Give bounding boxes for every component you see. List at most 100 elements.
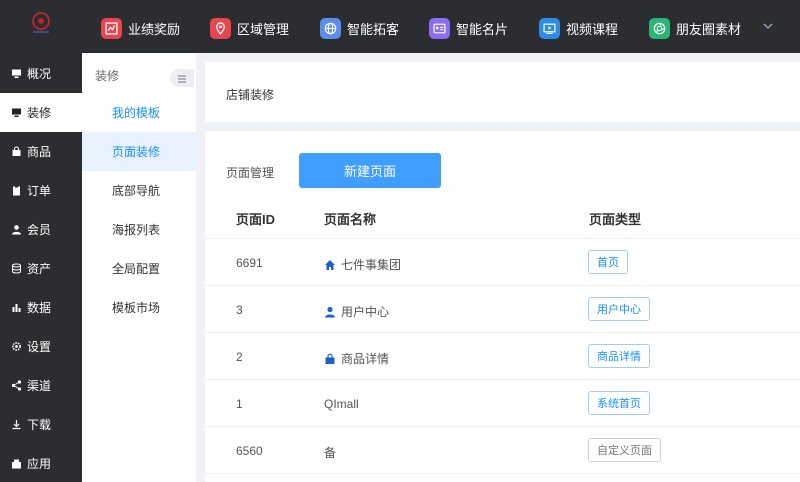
clipboard-icon [11, 185, 22, 196]
submenu-item-label: 页面装修 [112, 145, 161, 159]
topnav-label: 智能拓客 [347, 21, 400, 37]
sidebar-item-label: 资产 [27, 262, 52, 276]
table-row: 3 用户中心 用户中心 [205, 286, 800, 333]
sidebar-item-label: 下载 [27, 418, 52, 432]
user-icon [324, 306, 336, 318]
sidebar-item-label: 应用 [27, 457, 52, 471]
submenu-title: 装修 [95, 69, 120, 83]
topnav-label: 区域管理 [237, 21, 290, 37]
sidebar-item-label: 订单 [27, 184, 52, 198]
collapse-menu-button[interactable] [170, 69, 194, 87]
submenu-item-my-templates[interactable]: 我的模板 [82, 93, 196, 132]
location-icon [210, 17, 231, 39]
topnav-moments-material[interactable]: 朋友圈素材 [649, 16, 741, 40]
card-icon [429, 17, 450, 39]
table-row: 1 QImall 系统首页 [205, 380, 800, 427]
page-id: 3 [236, 303, 243, 317]
sidebar-item-data[interactable]: 数据 [0, 288, 82, 327]
page-type-tag[interactable]: 自定义页面 [588, 438, 661, 462]
bar-chart-icon [11, 302, 22, 313]
bag-icon [324, 353, 336, 365]
topnav-label: 智能名片 [456, 21, 509, 37]
topnav-region-management[interactable]: 区域管理 [210, 16, 289, 40]
page-id: 1 [236, 397, 243, 411]
bag-icon [11, 146, 22, 157]
submenu-item-label: 我的模板 [112, 106, 161, 120]
sidebar-item-label: 渠道 [27, 379, 52, 393]
submenu-item-template-market[interactable]: 模板市场 [82, 288, 196, 327]
topnav-smart-card[interactable]: 智能名片 [429, 16, 508, 40]
submenu-item-label: 模板市场 [112, 301, 161, 315]
sidebar-item-apps[interactable]: 应用 [0, 444, 82, 482]
topnav-performance-reward[interactable]: 业绩奖励 [101, 16, 180, 40]
sidebar-item-label: 设置 [27, 340, 52, 354]
column-header-id: 页面ID [236, 212, 276, 227]
sidebar-item-members[interactable]: 会员 [0, 210, 82, 249]
table-header: 页面ID 页面名称 页面类型 [205, 193, 800, 239]
sidebar-item-label: 商品 [27, 145, 52, 159]
page-type-tag[interactable]: 用户中心 [588, 297, 650, 321]
sidebar-item-orders[interactable]: 订单 [0, 171, 82, 210]
database-icon [11, 263, 22, 274]
page-name: 七件事集团 [341, 258, 402, 272]
page-type-tag[interactable]: 首页 [588, 250, 628, 274]
chevron-down-icon[interactable] [760, 18, 776, 34]
submenu-item-label: 底部导航 [112, 184, 161, 198]
sidebar-item-products[interactable]: 商品 [0, 132, 82, 171]
topnav-video-course[interactable]: 视频课程 [539, 16, 618, 40]
submenu-item-global-config[interactable]: 全局配置 [82, 249, 196, 288]
submenu-item-label: 海报列表 [112, 223, 161, 237]
sidebar-item-label: 数据 [27, 301, 52, 315]
top-bar: 业绩奖励 区域管理 智能拓客 智能名片 视频课程 朋友圈素材 [0, 0, 800, 53]
user-icon [11, 224, 22, 235]
page-name: 备 [324, 446, 337, 460]
page-name-cell: 用户中心 [324, 303, 389, 320]
sub-menu: 装修 我的模板 页面装修 底部导航 海报列表 全局配置 模板市场 [82, 53, 196, 482]
submenu-item-bottom-nav[interactable]: 底部导航 [82, 171, 196, 210]
submenu-item-label: 全局配置 [112, 262, 161, 276]
share-icon [11, 380, 22, 391]
page-name-cell: 商品详情 [324, 350, 389, 367]
home-icon [324, 259, 336, 271]
submenu-item-page-decoration[interactable]: 页面装修 [82, 132, 196, 171]
sidebar-item-label: 概况 [27, 67, 52, 81]
sidebar-item-overview[interactable]: 概况 [0, 54, 82, 93]
page-name-cell: 七件事集团 [324, 256, 401, 273]
topnav-label: 视频课程 [566, 21, 619, 37]
sidebar-item-channels[interactable]: 渠道 [0, 366, 82, 405]
new-page-button[interactable]: 新建页面 [299, 153, 441, 188]
page-management-label: 页面管理 [226, 166, 275, 180]
video-icon [539, 17, 560, 39]
aperture-icon [649, 17, 670, 39]
sidebar-item-assets[interactable]: 资产 [0, 249, 82, 288]
apps-icon [11, 458, 22, 469]
download-icon [11, 419, 22, 430]
page-type-tag[interactable]: 商品详情 [588, 344, 650, 368]
page-id: 2 [236, 350, 243, 364]
column-header-name: 页面名称 [324, 212, 377, 227]
page-name: QImall [324, 397, 359, 411]
menu-icon [177, 71, 187, 86]
sidebar-item-download[interactable]: 下载 [0, 405, 82, 444]
brand-logo[interactable] [28, 10, 54, 36]
main-sidebar: 概况 装修 商品 订单 会员 资产 数据 设置 渠道 下载 应用 [0, 53, 82, 482]
page-type-tag[interactable]: 系统首页 [588, 391, 650, 415]
sidebar-item-label: 会员 [27, 223, 52, 237]
submenu-item-poster-list[interactable]: 海报列表 [82, 210, 196, 249]
sidebar-item-settings[interactable]: 设置 [0, 327, 82, 366]
page-list-panel: 页面管理 新建页面 页面ID 页面名称 页面类型 6691 七件事集团 首页 3… [205, 131, 800, 482]
globe-icon [320, 17, 341, 39]
breadcrumb: 店铺装修 [226, 88, 275, 102]
page-name: 用户中心 [341, 305, 390, 319]
sidebar-item-label: 装修 [27, 106, 52, 120]
page-id: 6560 [236, 444, 263, 458]
table-row: 6560 备 自定义页面 [205, 427, 800, 474]
topnav-smart-acquisition[interactable]: 智能拓客 [320, 16, 399, 40]
page-name: 商品详情 [341, 352, 390, 366]
gear-icon [11, 341, 22, 352]
page-header: 店铺装修 [205, 62, 800, 122]
page-id: 6691 [236, 256, 263, 270]
column-header-type: 页面类型 [589, 212, 642, 227]
sidebar-item-decoration[interactable]: 装修 [0, 93, 82, 132]
table-row: 6691 七件事集团 首页 [205, 239, 800, 286]
